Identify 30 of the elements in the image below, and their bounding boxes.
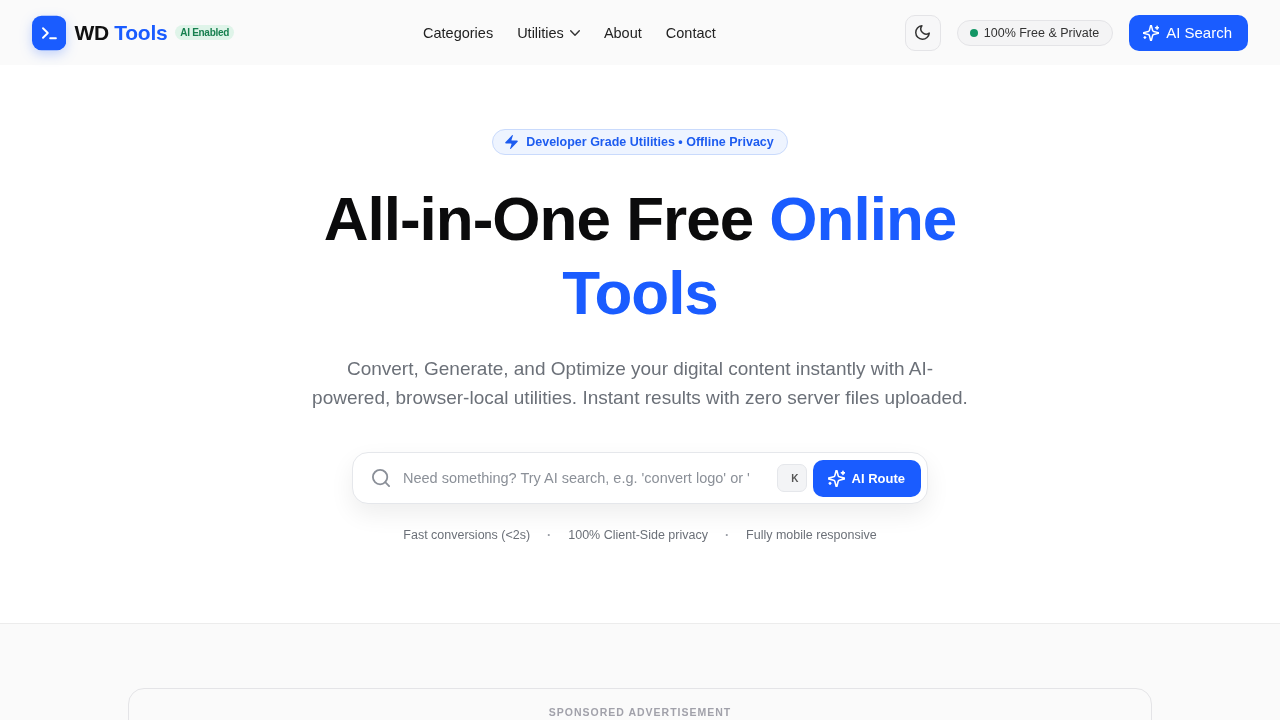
site-name[interactable]: WD Tools	[74, 20, 168, 45]
ai-enabled-badge: AI Enabled	[175, 25, 234, 40]
moon-icon	[915, 25, 931, 40]
ad-label: SPONSORED ADVERTISEMENT	[548, 706, 732, 718]
theme-toggle-button[interactable]	[904, 14, 941, 51]
separator-dot: ·	[724, 528, 730, 542]
separator-dot: ·	[547, 528, 552, 542]
hero-description: Convert, Generate, and Optimize your digital content instantly with AI-powered, browser-local utilities. Instant results with zero server files uploaded.	[311, 357, 969, 410]
tagline-text: Developer Grade Utilities • Offline Privacy	[526, 135, 774, 149]
search-bar[interactable]: Need something? Try AI search, e.g. 'convert logo' or ' K AI Route	[352, 452, 928, 504]
nav-link[interactable]: Contact	[665, 24, 716, 41]
feature-text: Fully mobile responsive	[746, 528, 877, 542]
status-text: 100% Free & Private	[983, 25, 1100, 40]
ai-route-button[interactable]: AI Route	[812, 459, 921, 497]
shortcut-key: K	[776, 464, 807, 492]
nav-link[interactable]: About	[603, 24, 642, 41]
status-dot-icon	[969, 28, 978, 37]
terminal-logo-icon[interactable]	[32, 14, 67, 51]
sparkles-icon	[1143, 24, 1160, 41]
sparkles-icon	[827, 469, 845, 487]
chevron-down-icon	[569, 29, 580, 36]
lightning-icon	[505, 135, 519, 149]
search-icon	[372, 469, 390, 487]
feature-text: Fast conversions (<2s)	[403, 528, 531, 542]
nav-link[interactable]: Categories	[423, 24, 494, 41]
ai-search-button[interactable]: AI Search	[1129, 14, 1248, 51]
nav-dropdown[interactable]: Utilities	[517, 24, 580, 41]
feature-text: 100% Client-Side privacy	[568, 528, 708, 542]
hero-heading: All-in-One Free Online Tools	[322, 183, 958, 329]
search-input[interactable]: Need something? Try AI search, e.g. 'convert logo' or '	[403, 463, 769, 493]
